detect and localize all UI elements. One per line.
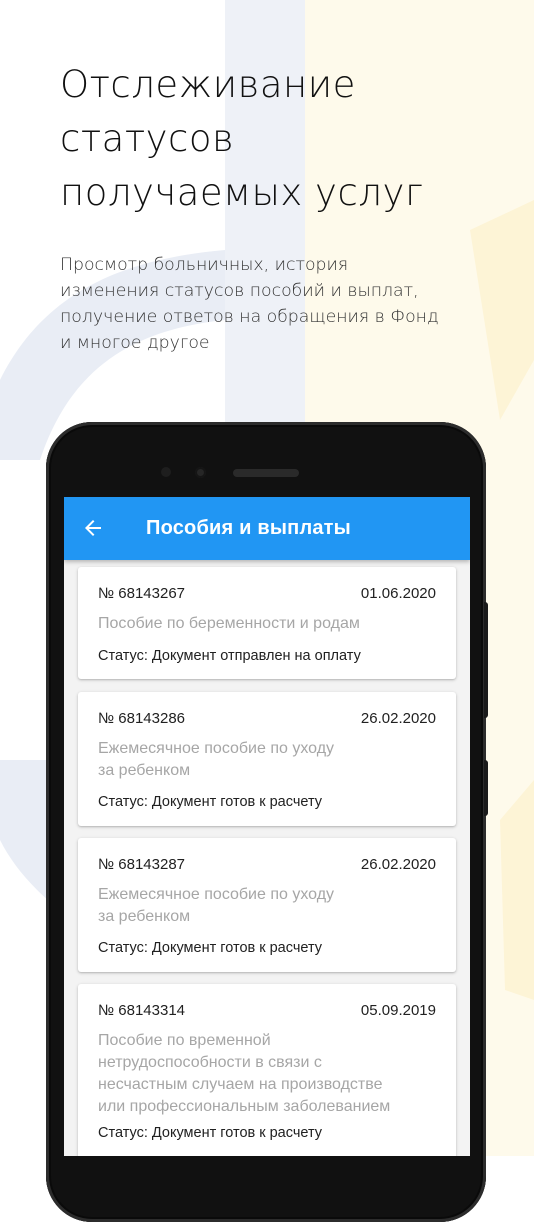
benefit-card[interactable]: № 68143286 26.02.2020 Ежемесячное пособи… bbox=[78, 692, 456, 826]
case-number: № 68143287 bbox=[98, 856, 185, 873]
page-title: Пособия и выплаты bbox=[146, 517, 351, 539]
benefit-title-line: Пособие по беременности и родам bbox=[98, 615, 360, 632]
case-date: 26.02.2020 bbox=[360, 856, 436, 873]
benefit-title-line: или профессиональным заболеванием bbox=[98, 1098, 391, 1115]
phone-screen: Пособия и выплаты № 68143267 01.06.2020 … bbox=[64, 497, 470, 1156]
subtitle-line: Просмотр больничных, история bbox=[60, 255, 349, 275]
benefit-card[interactable]: № 68143287 26.02.2020 Ежемесячное пособи… bbox=[78, 838, 456, 972]
power-button bbox=[484, 602, 488, 718]
subtitle-line: получение ответов на обращения в Фонд bbox=[60, 307, 439, 327]
earpiece-speaker bbox=[233, 469, 299, 477]
headline-line: получаемых услуг bbox=[60, 171, 424, 214]
headline: Отслеживание статусов получаемых услуг bbox=[60, 58, 500, 220]
case-number: № 68143267 bbox=[98, 585, 185, 602]
case-date: 05.09.2019 bbox=[360, 1002, 436, 1019]
benefit-title-line: за ребенком bbox=[98, 908, 191, 925]
arrow-left-icon[interactable] bbox=[81, 516, 105, 540]
benefit-title: Пособие по беременности и родам bbox=[98, 613, 428, 635]
subtitle-line: и многое другое bbox=[60, 333, 210, 353]
volume-button bbox=[484, 760, 488, 816]
headline-line: Отслеживание bbox=[60, 63, 356, 106]
status-text: Статус: Документ готов к расчету bbox=[98, 940, 323, 956]
case-number: № 68143286 bbox=[98, 710, 185, 727]
case-date: 26.02.2020 bbox=[360, 710, 436, 727]
status-text: Статус: Документ отправлен на оплату bbox=[98, 648, 361, 664]
benefit-title-line: Ежемесячное пособие по уходу bbox=[98, 886, 335, 903]
benefit-title: Ежемесячное пособие по уходу за ребенком bbox=[98, 884, 428, 928]
front-camera-icon bbox=[195, 467, 206, 478]
status-text: Статус: Документ готов к расчету bbox=[98, 794, 323, 810]
benefit-card[interactable]: № 68143314 05.09.2019 Пособие по временн… bbox=[78, 984, 456, 1156]
app-bar: Пособия и выплаты bbox=[64, 497, 470, 560]
status-text: Статус: Документ готов к расчету bbox=[98, 1125, 323, 1141]
benefit-title-line: за ребенком bbox=[98, 762, 191, 779]
benefit-title: Ежемесячное пособие по уходу за ребенком bbox=[98, 738, 428, 782]
benefit-title-line: Пособие по временной bbox=[98, 1032, 271, 1049]
headline-line: статусов bbox=[60, 117, 235, 160]
benefit-title-line: несчастным случаем на производстве bbox=[98, 1076, 383, 1093]
subtitle: Просмотр больничных, история изменения с… bbox=[60, 252, 515, 356]
benefit-title: Пособие по временной нетрудоспособности … bbox=[98, 1030, 448, 1118]
benefit-card[interactable]: № 68143267 01.06.2020 Пособие по беремен… bbox=[78, 567, 456, 679]
benefit-title-line: Ежемесячное пособие по уходу bbox=[98, 740, 335, 757]
sensor-icon bbox=[161, 467, 171, 477]
case-number: № 68143314 bbox=[98, 1002, 185, 1019]
benefit-title-line: нетрудоспособности в связи с bbox=[98, 1054, 322, 1071]
subtitle-line: изменения статусов пособий и выплат, bbox=[60, 281, 419, 301]
case-date: 01.06.2020 bbox=[360, 585, 436, 602]
